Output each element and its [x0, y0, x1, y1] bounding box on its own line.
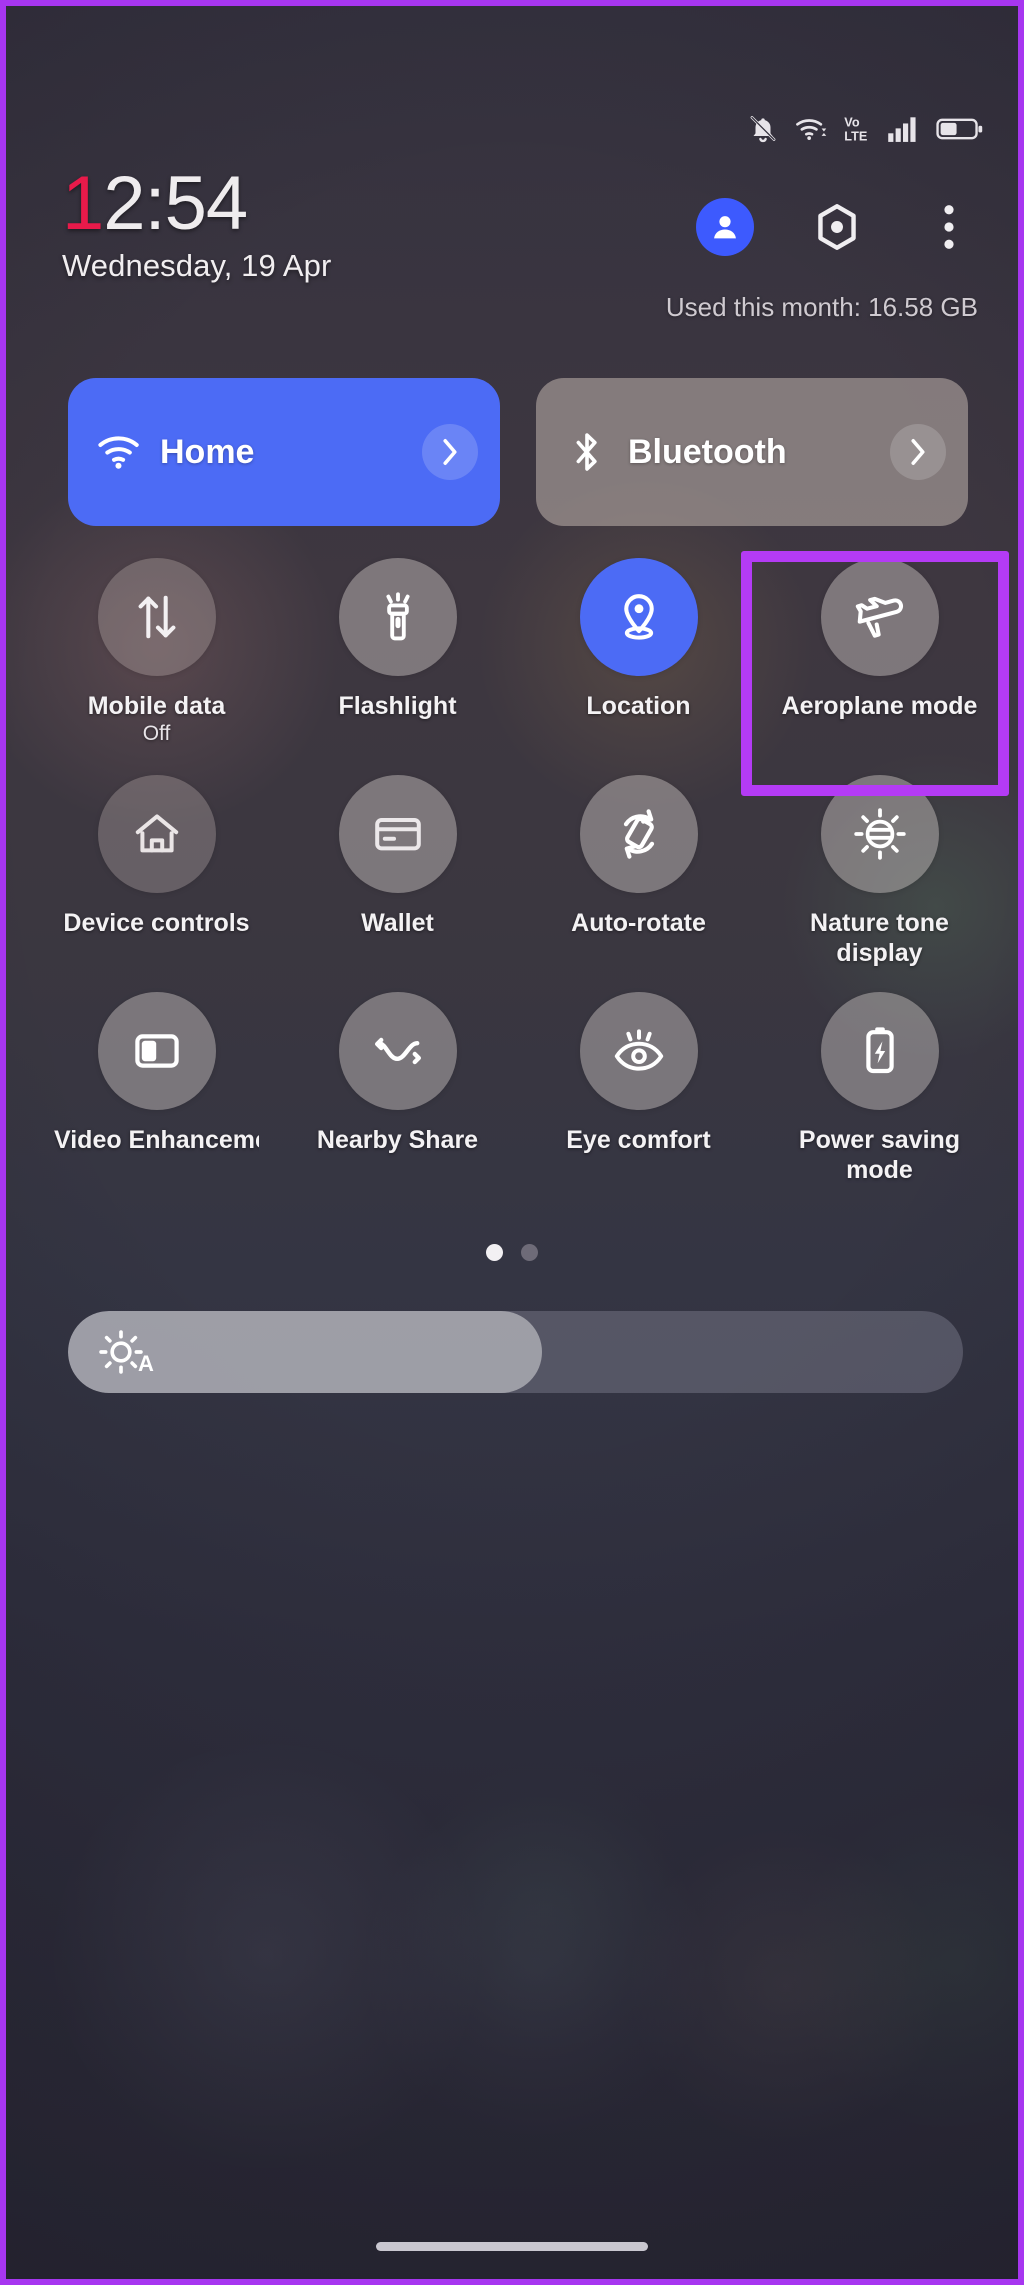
tile-icon-circle	[579, 775, 698, 893]
wifi-pill-label: Home	[160, 432, 255, 471]
clock-hour-first-digit: 1	[62, 161, 104, 246]
overflow-menu-button[interactable]	[920, 198, 978, 256]
bluetooth-pill-chevron-button[interactable]	[890, 424, 946, 480]
connectivity-pill-row: Home Bluetooth	[68, 378, 968, 526]
volte-icon: Vo LTE	[844, 114, 870, 144]
tile-label: Wallet	[361, 909, 434, 937]
auto-brightness-icon: A	[98, 1329, 154, 1376]
home-gesture-bar[interactable]	[376, 2242, 648, 2251]
quick-tile-flashlight[interactable]: Flashlight	[277, 558, 518, 775]
svg-text:Vo: Vo	[844, 116, 860, 130]
wifi-icon	[795, 114, 827, 144]
page-dot-active[interactable]	[486, 1244, 503, 1261]
avatar	[696, 198, 754, 256]
tile-icon-circle	[579, 992, 698, 1110]
tile-icon-circle	[97, 775, 216, 893]
battery-icon	[936, 116, 984, 142]
tile-icon-circle	[97, 992, 216, 1110]
date-label: Wednesday, 19 Apr	[62, 248, 332, 283]
auto-brightness-label: A	[138, 1351, 154, 1376]
status-bar: Vo LTE	[748, 114, 984, 144]
tile-icon-circle	[97, 558, 216, 676]
wifi-pill-chevron-button[interactable]	[422, 424, 478, 480]
eye-comfort-icon	[614, 1029, 663, 1071]
tile-label: Flashlight	[338, 692, 457, 720]
settings-button[interactable]	[808, 198, 866, 256]
tile-icon-circle	[820, 992, 939, 1110]
tile-icon-circle	[820, 558, 939, 676]
auto-rotate-icon	[623, 809, 654, 859]
tile-icon-circle	[579, 558, 698, 676]
clock-time: 12:54	[62, 164, 331, 244]
notifications-muted-icon	[748, 114, 778, 144]
battery-bolt-icon	[865, 1027, 894, 1074]
quick-settings-grid: Mobile data Off Flashlight Location Aero…	[36, 558, 1000, 1209]
nearby-share-icon	[374, 1037, 421, 1065]
chevron-right-icon	[911, 439, 925, 465]
quick-tile-eye-comfort[interactable]: Eye comfort	[518, 992, 759, 1209]
tile-label: Mobile data	[87, 692, 226, 720]
home-icon	[135, 814, 178, 853]
clock-block[interactable]: 12:54 Wednesday, 19 Apr	[62, 164, 331, 284]
tile-label: Device controls	[63, 909, 250, 937]
tile-label: Location	[586, 692, 691, 720]
tile-label: Eye comfort	[566, 1126, 711, 1154]
quick-tile-mobile-data[interactable]: Mobile data Off	[36, 558, 277, 775]
tile-label: Power saving mode	[798, 1126, 961, 1184]
quick-tile-nearby-share[interactable]: Nearby Share	[277, 992, 518, 1209]
quick-tile-location[interactable]: Location	[518, 558, 759, 775]
bluetooth-pill[interactable]: Bluetooth	[536, 378, 968, 526]
clock-time-rest: 2:54	[103, 161, 248, 246]
three-dots-vertical-icon	[944, 205, 954, 249]
quick-tile-device-controls[interactable]: Device controls	[36, 775, 277, 992]
aeroplane-icon	[855, 596, 903, 638]
tile-icon-circle	[338, 558, 457, 676]
data-transfer-icon	[138, 595, 175, 639]
tile-label: Nearby Share	[316, 1126, 479, 1154]
quick-tile-aeroplane-mode[interactable]: Aeroplane mode	[759, 558, 1000, 775]
tile-label: Video Enhancement	[54, 1126, 259, 1154]
tile-icon-circle	[338, 992, 457, 1110]
phone-quick-settings-screen: Vo LTE 12:54 Wednesday, 19 Apr Used this…	[0, 0, 1024, 2285]
wifi-icon	[96, 432, 142, 472]
page-dot-inactive[interactable]	[521, 1244, 538, 1261]
tile-label: Nature tone display	[810, 909, 949, 967]
tile-sublabel: Off	[142, 722, 171, 745]
card-icon	[374, 818, 421, 851]
gear-hexagon-icon	[818, 204, 856, 250]
tile-label: Auto-rotate	[571, 909, 706, 937]
tile-icon-circle	[338, 775, 457, 893]
flashlight-icon	[385, 592, 410, 641]
quick-tile-auto-rotate[interactable]: Auto-rotate	[518, 775, 759, 992]
tile-label: Aeroplane mode	[781, 692, 978, 720]
bluetooth-pill-label: Bluetooth	[628, 432, 787, 471]
user-avatar-button[interactable]	[696, 198, 754, 256]
person-icon	[714, 216, 736, 239]
quick-tile-nature-tone-display[interactable]: Nature tone display	[759, 775, 1000, 992]
chevron-right-icon	[443, 439, 457, 465]
video-enhancement-icon	[134, 1034, 179, 1068]
bluetooth-icon	[564, 430, 610, 474]
page-indicator	[6, 1244, 1018, 1261]
wifi-home-pill[interactable]: Home	[68, 378, 500, 526]
data-usage-label: Used this month: 16.58 GB	[665, 292, 978, 322]
tile-icon-circle	[820, 775, 939, 893]
quick-tile-power-saving-mode[interactable]: Power saving mode	[759, 992, 1000, 1209]
brightness-slider[interactable]: A	[68, 1311, 963, 1393]
nature-tone-icon	[853, 808, 906, 860]
location-pin-icon	[623, 594, 654, 640]
header-button-group	[696, 198, 978, 256]
quick-tile-wallet[interactable]: Wallet	[277, 775, 518, 992]
signal-bars-icon	[887, 114, 919, 144]
quick-tile-video-enhancement[interactable]: Video Enhancement	[36, 992, 277, 1209]
svg-text:LTE: LTE	[844, 130, 867, 144]
